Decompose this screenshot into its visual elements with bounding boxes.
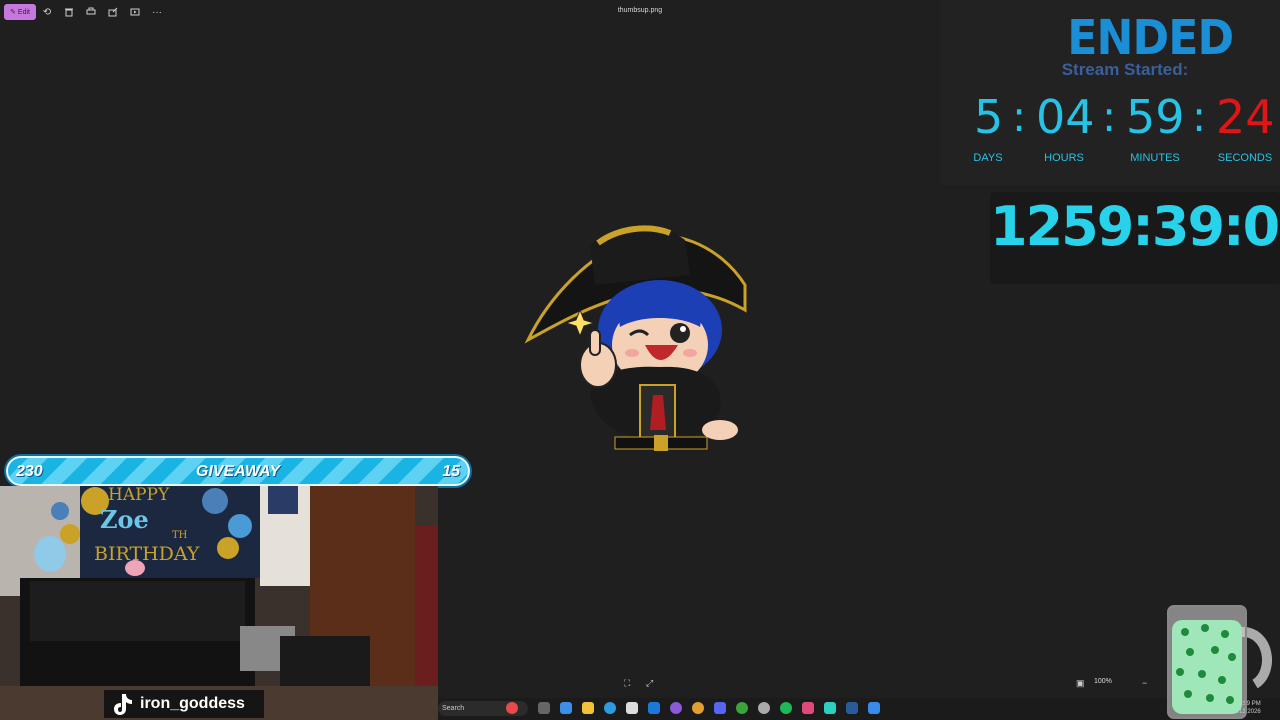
pirate-mascot-image: [524, 225, 747, 451]
webcam-scene-image: HAPPY Zoe TH BIRTHDAY: [0, 486, 438, 720]
file-explorer-icon[interactable]: [582, 702, 594, 714]
countdown-minutes: 59: [1126, 90, 1185, 144]
giveaway-right-count: 15: [442, 463, 460, 480]
app-icon[interactable]: [868, 702, 880, 714]
screen: ✎ Edit ⟲ ··· thumbsup.png − ▫ × ENDED St…: [0, 0, 1280, 720]
task-view-icon[interactable]: [538, 702, 550, 714]
xbox-icon[interactable]: [736, 702, 748, 714]
actual-size-icon[interactable]: ▣: [1076, 678, 1085, 689]
search-highlight-icon[interactable]: [506, 702, 518, 714]
giveaway-bar: 230 GIVEAWAY 15: [6, 456, 470, 486]
elapsed-timer: 1259:39:00: [990, 195, 1280, 258]
hours-label: HOURS: [1044, 152, 1084, 164]
store-icon[interactable]: [626, 702, 638, 714]
countdown-status: ENDED: [1067, 10, 1234, 66]
giveaway-label: GIVEAWAY: [195, 463, 281, 480]
chrome-icon[interactable]: [692, 702, 704, 714]
fit-to-window-icon[interactable]: ⛶: [624, 678, 630, 689]
banner-suffix-text: TH: [172, 530, 188, 541]
countdown-separator: :: [1192, 92, 1207, 141]
clover-mug-image: [1167, 605, 1272, 719]
tiktok-tag: iron_goddess: [104, 690, 264, 718]
webcam-feed: HAPPY Zoe TH BIRTHDAY: [0, 486, 438, 720]
copilot-icon[interactable]: [560, 702, 572, 714]
spotify-icon[interactable]: [780, 702, 792, 714]
zoom-out-icon[interactable]: −: [1142, 678, 1147, 688]
banner-happy-text: HAPPY: [108, 486, 170, 505]
countdown-subtitle: Stream Started:: [1061, 60, 1189, 79]
seconds-label: SECONDS: [1217, 152, 1273, 164]
banner-name-text: Zoe: [100, 505, 149, 534]
countdown-days: 5: [974, 90, 1004, 144]
app-icon[interactable]: [824, 702, 836, 714]
obs-icon[interactable]: [670, 702, 682, 714]
tiktok-username: iron_goddess: [140, 695, 245, 712]
tiktok-icon: [114, 694, 132, 715]
discord-icon[interactable]: [714, 702, 726, 714]
countdown-separator: :: [1012, 92, 1027, 141]
maps-pin-icon[interactable]: [802, 702, 814, 714]
full-screen-icon[interactable]: ⤢: [646, 678, 653, 689]
countdown-seconds: 24: [1216, 90, 1275, 144]
edge-icon[interactable]: [604, 702, 616, 714]
minutes-label: MINUTES: [1130, 152, 1180, 164]
days-label: DAYS: [973, 152, 1003, 164]
countdown-separator: :: [1102, 92, 1117, 141]
outlook-icon[interactable]: [648, 702, 660, 714]
steam-icon[interactable]: [846, 702, 858, 714]
settings-icon[interactable]: [758, 702, 770, 714]
banner-birthday-text: BIRTHDAY: [94, 543, 200, 565]
zoom-level[interactable]: 100%: [1094, 678, 1112, 685]
countdown-hours: 04: [1036, 90, 1095, 144]
